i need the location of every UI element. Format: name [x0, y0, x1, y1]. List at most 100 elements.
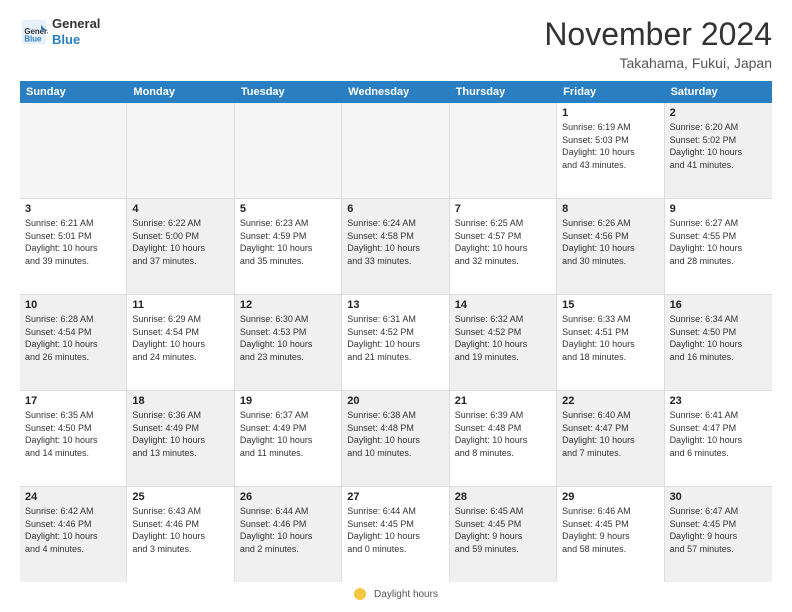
- calendar-cell-empty: [235, 103, 342, 198]
- calendar-cell-13: 13Sunrise: 6:31 AM Sunset: 4:52 PM Dayli…: [342, 295, 449, 390]
- day-number: 12: [240, 299, 336, 311]
- day-number: 15: [562, 299, 658, 311]
- day-info: Sunrise: 6:41 AM Sunset: 4:47 PM Dayligh…: [670, 409, 767, 459]
- day-number: 29: [562, 491, 658, 503]
- day-info: Sunrise: 6:39 AM Sunset: 4:48 PM Dayligh…: [455, 409, 551, 459]
- header-day-wednesday: Wednesday: [342, 81, 449, 103]
- calendar-cell-4: 4Sunrise: 6:22 AM Sunset: 5:00 PM Daylig…: [127, 199, 234, 294]
- day-number: 2: [670, 107, 767, 119]
- calendar-cell-14: 14 Sunrise: 6:32 AM Sunset: 4:52 PM Dayli…: [450, 295, 557, 390]
- calendar-cell-27: 27Sunrise: 6:44 AM Sunset: 4:45 PM Dayli…: [342, 487, 449, 582]
- calendar-cell-7: 7 Sunrise: 6:25 AM Sunset: 4:57 PM Daylig…: [450, 199, 557, 294]
- day-number: 6: [347, 203, 443, 215]
- calendar-cell-16: 16 Sunrise: 6:34 AM Sunset: 4:50 PM Dayli…: [665, 295, 772, 390]
- day-info: Sunrise: 6:24 AM Sunset: 4:58 PM Dayligh…: [347, 217, 443, 267]
- day-number: 20: [347, 395, 443, 407]
- logo-text-blue: Blue: [52, 32, 100, 48]
- location: Takahama, Fukui, Japan: [544, 55, 772, 71]
- calendar-cell-3: 3 Sunrise: 6:21 AM Sunset: 5:01 PM Daylig…: [20, 199, 127, 294]
- day-number: 17: [25, 395, 121, 407]
- calendar-cell-empty: [342, 103, 449, 198]
- day-number: 26: [240, 491, 336, 503]
- logo-icon: General Blue: [20, 18, 48, 46]
- day-info: Sunrise: 6:44 AM Sunset: 4:46 PM Dayligh…: [240, 505, 336, 555]
- day-info: Sunrise: 6:45 AM Sunset: 4:45 PM Dayligh…: [455, 505, 551, 555]
- header-day-saturday: Saturday: [665, 81, 772, 103]
- calendar-row-3: 10 Sunrise: 6:28 AM Sunset: 4:54 PM Dayli…: [20, 295, 772, 391]
- calendar-cell-empty: [20, 103, 127, 198]
- calendar-cell-29: 29 Sunrise: 6:46 AM Sunset: 4:45 PM Dayli…: [557, 487, 664, 582]
- calendar-cell-28: 28 Sunrise: 6:45 AM Sunset: 4:45 PM Dayli…: [450, 487, 557, 582]
- page: General Blue General Blue November 2024 …: [0, 0, 792, 612]
- day-info: Sunrise: 6:28 AM Sunset: 4:54 PM Dayligh…: [25, 313, 121, 363]
- calendar: SundayMondayTuesdayWednesdayThursdayFrid…: [20, 81, 772, 582]
- day-info: Sunrise: 6:46 AM Sunset: 4:45 PM Dayligh…: [562, 505, 658, 555]
- calendar-body: 1Sunrise: 6:19 AM Sunset: 5:03 PM Daylig…: [20, 103, 772, 582]
- svg-text:Blue: Blue: [24, 34, 42, 43]
- day-number: 24: [25, 491, 121, 503]
- calendar-header: SundayMondayTuesdayWednesdayThursdayFrid…: [20, 81, 772, 103]
- calendar-cell-11: 11 Sunrise: 6:29 AM Sunset: 4:54 PM Dayli…: [127, 295, 234, 390]
- day-info: Sunrise: 6:34 AM Sunset: 4:50 PM Dayligh…: [670, 313, 767, 363]
- day-number: 9: [670, 203, 767, 215]
- day-info: Sunrise: 6:35 AM Sunset: 4:50 PM Dayligh…: [25, 409, 121, 459]
- day-number: 22: [562, 395, 658, 407]
- day-number: 14: [455, 299, 551, 311]
- calendar-cell-empty: [450, 103, 557, 198]
- title-block: November 2024 Takahama, Fukui, Japan: [544, 16, 772, 71]
- day-number: 7: [455, 203, 551, 215]
- calendar-cell-21: 21 Sunrise: 6:39 AM Sunset: 4:48 PM Dayli…: [450, 391, 557, 486]
- calendar-cell-17: 17 Sunrise: 6:35 AM Sunset: 4:50 PM Dayli…: [20, 391, 127, 486]
- day-number: 21: [455, 395, 551, 407]
- calendar-cell-8: 8Sunrise: 6:26 AM Sunset: 4:56 PM Daylig…: [557, 199, 664, 294]
- calendar-cell-23: 23 Sunrise: 6:41 AM Sunset: 4:47 PM Dayli…: [665, 391, 772, 486]
- legend-dot: [354, 588, 366, 600]
- day-info: Sunrise: 6:29 AM Sunset: 4:54 PM Dayligh…: [132, 313, 228, 363]
- day-info: Sunrise: 6:37 AM Sunset: 4:49 PM Dayligh…: [240, 409, 336, 459]
- header-day-sunday: Sunday: [20, 81, 127, 103]
- day-number: 23: [670, 395, 767, 407]
- calendar-cell-15: 15 Sunrise: 6:33 AM Sunset: 4:51 PM Dayli…: [557, 295, 664, 390]
- calendar-row-1: 1Sunrise: 6:19 AM Sunset: 5:03 PM Daylig…: [20, 103, 772, 199]
- header-day-tuesday: Tuesday: [235, 81, 342, 103]
- day-info: Sunrise: 6:47 AM Sunset: 4:45 PM Dayligh…: [670, 505, 767, 555]
- day-number: 28: [455, 491, 551, 503]
- calendar-row-4: 17 Sunrise: 6:35 AM Sunset: 4:50 PM Dayli…: [20, 391, 772, 487]
- day-info: Sunrise: 6:26 AM Sunset: 4:56 PM Dayligh…: [562, 217, 658, 267]
- calendar-row-5: 24Sunrise: 6:42 AM Sunset: 4:46 PM Dayli…: [20, 487, 772, 582]
- day-number: 10: [25, 299, 121, 311]
- day-info: Sunrise: 6:40 AM Sunset: 4:47 PM Dayligh…: [562, 409, 658, 459]
- calendar-cell-empty: [127, 103, 234, 198]
- day-number: 18: [132, 395, 228, 407]
- day-info: Sunrise: 6:43 AM Sunset: 4:46 PM Dayligh…: [132, 505, 228, 555]
- day-info: Sunrise: 6:25 AM Sunset: 4:57 PM Dayligh…: [455, 217, 551, 267]
- calendar-cell-12: 12 Sunrise: 6:30 AM Sunset: 4:53 PM Dayli…: [235, 295, 342, 390]
- day-info: Sunrise: 6:38 AM Sunset: 4:48 PM Dayligh…: [347, 409, 443, 459]
- day-number: 5: [240, 203, 336, 215]
- day-info: Sunrise: 6:36 AM Sunset: 4:49 PM Dayligh…: [132, 409, 228, 459]
- day-info: Sunrise: 6:21 AM Sunset: 5:01 PM Dayligh…: [25, 217, 121, 267]
- header-day-monday: Monday: [127, 81, 234, 103]
- day-info: Sunrise: 6:32 AM Sunset: 4:52 PM Dayligh…: [455, 313, 551, 363]
- calendar-cell-10: 10 Sunrise: 6:28 AM Sunset: 4:54 PM Dayli…: [20, 295, 127, 390]
- calendar-cell-19: 19Sunrise: 6:37 AM Sunset: 4:49 PM Dayli…: [235, 391, 342, 486]
- logo: General Blue General Blue: [20, 16, 100, 47]
- header-day-friday: Friday: [557, 81, 664, 103]
- day-number: 3: [25, 203, 121, 215]
- calendar-cell-2: 2Sunrise: 6:20 AM Sunset: 5:02 PM Daylig…: [665, 103, 772, 198]
- calendar-cell-1: 1Sunrise: 6:19 AM Sunset: 5:03 PM Daylig…: [557, 103, 664, 198]
- day-info: Sunrise: 6:30 AM Sunset: 4:53 PM Dayligh…: [240, 313, 336, 363]
- calendar-cell-26: 26 Sunrise: 6:44 AM Sunset: 4:46 PM Dayli…: [235, 487, 342, 582]
- month-title: November 2024: [544, 16, 772, 53]
- calendar-cell-18: 18 Sunrise: 6:36 AM Sunset: 4:49 PM Dayli…: [127, 391, 234, 486]
- day-number: 11: [132, 299, 228, 311]
- header: General Blue General Blue November 2024 …: [20, 16, 772, 71]
- day-number: 4: [132, 203, 228, 215]
- day-info: Sunrise: 6:27 AM Sunset: 4:55 PM Dayligh…: [670, 217, 767, 267]
- logo-text-general: General: [52, 16, 100, 32]
- header-day-thursday: Thursday: [450, 81, 557, 103]
- day-info: Sunrise: 6:33 AM Sunset: 4:51 PM Dayligh…: [562, 313, 658, 363]
- day-number: 27: [347, 491, 443, 503]
- day-number: 16: [670, 299, 767, 311]
- calendar-cell-6: 6 Sunrise: 6:24 AM Sunset: 4:58 PM Daylig…: [342, 199, 449, 294]
